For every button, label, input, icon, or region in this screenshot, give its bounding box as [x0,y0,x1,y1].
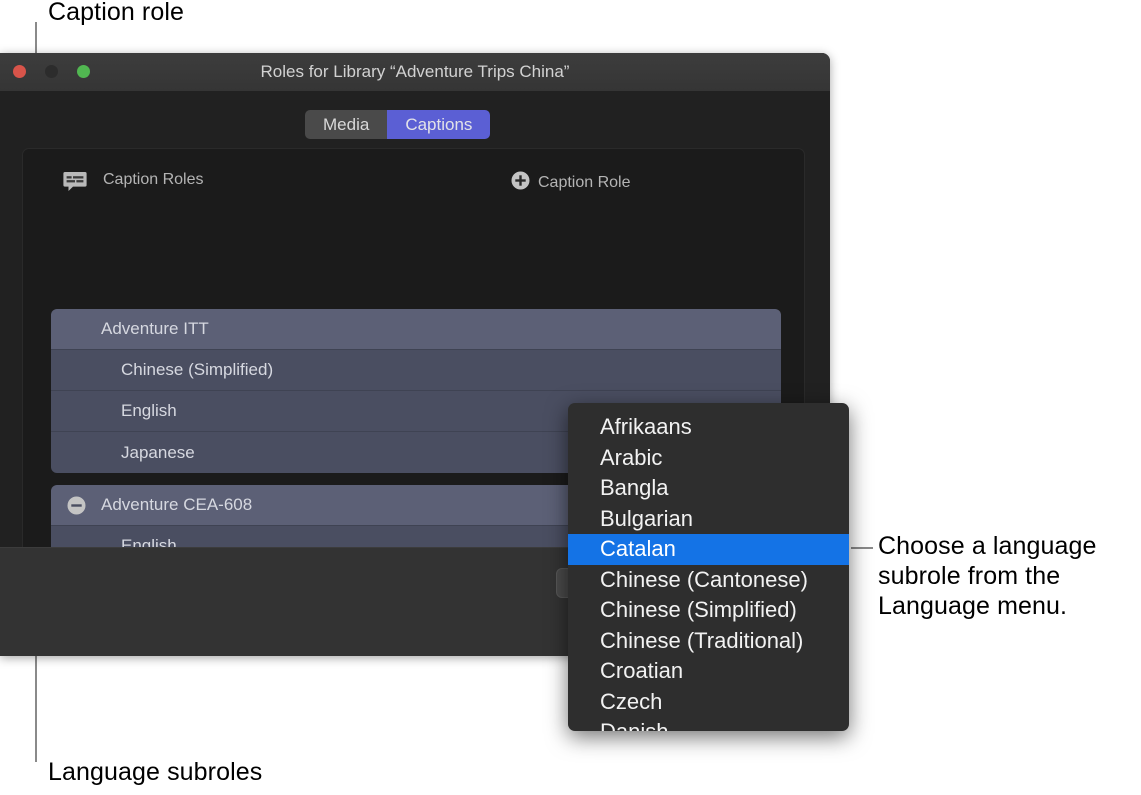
annotation-caption-role: Caption role [48,0,184,27]
language-menu-list: Afrikaans Arabic Bangla Bulgarian Catala… [568,412,849,731]
role-name-itt: Adventure ITT [51,319,209,339]
language-menu-item[interactable]: Czech [568,687,849,718]
tab-captions[interactable]: Captions [387,110,490,139]
caption-roles-header: Caption Roles Caption Role [23,169,804,195]
language-menu-item[interactable]: Arabic [568,443,849,474]
language-menu-item[interactable]: Chinese (Traditional) [568,626,849,657]
remove-role-button[interactable] [67,496,86,515]
add-caption-role-button[interactable]: Caption Role [511,171,631,195]
language-menu-item[interactable]: Afrikaans [568,412,849,443]
window-title: Roles for Library “Adventure Trips China… [0,62,830,82]
annotation-language-subroles: Language subroles [48,757,262,787]
role-group-header-itt[interactable]: Adventure ITT [51,309,781,350]
subrole-label: English [51,401,177,421]
window-titlebar: Roles for Library “Adventure Trips China… [0,53,830,92]
caption-roles-label: Caption Roles [103,171,204,189]
language-menu[interactable]: Afrikaans Arabic Bangla Bulgarian Catala… [568,403,849,731]
language-menu-item[interactable]: Chinese (Simplified) [568,595,849,626]
plus-circle-icon [511,171,530,195]
caption-bubble-icon [63,171,87,192]
language-menu-item[interactable]: Bangla [568,473,849,504]
tab-media[interactable]: Media [305,110,387,139]
roles-tab-control: Media Captions [305,110,490,139]
callout-line-choose-language [851,547,873,549]
language-menu-item-selected[interactable]: Catalan [568,534,849,565]
add-caption-role-label: Caption Role [538,174,631,192]
language-menu-item[interactable]: Croatian [568,656,849,687]
subrole-label: Japanese [51,443,195,463]
subrole-row[interactable]: Chinese (Simplified) [51,350,781,391]
language-menu-item[interactable]: Bulgarian [568,504,849,535]
annotation-choose-language: Choose a language subrole from the Langu… [878,531,1097,621]
language-menu-item[interactable]: Chinese (Cantonese) [568,565,849,596]
language-menu-item[interactable]: Danish [568,717,849,731]
subrole-label: Chinese (Simplified) [51,360,273,380]
